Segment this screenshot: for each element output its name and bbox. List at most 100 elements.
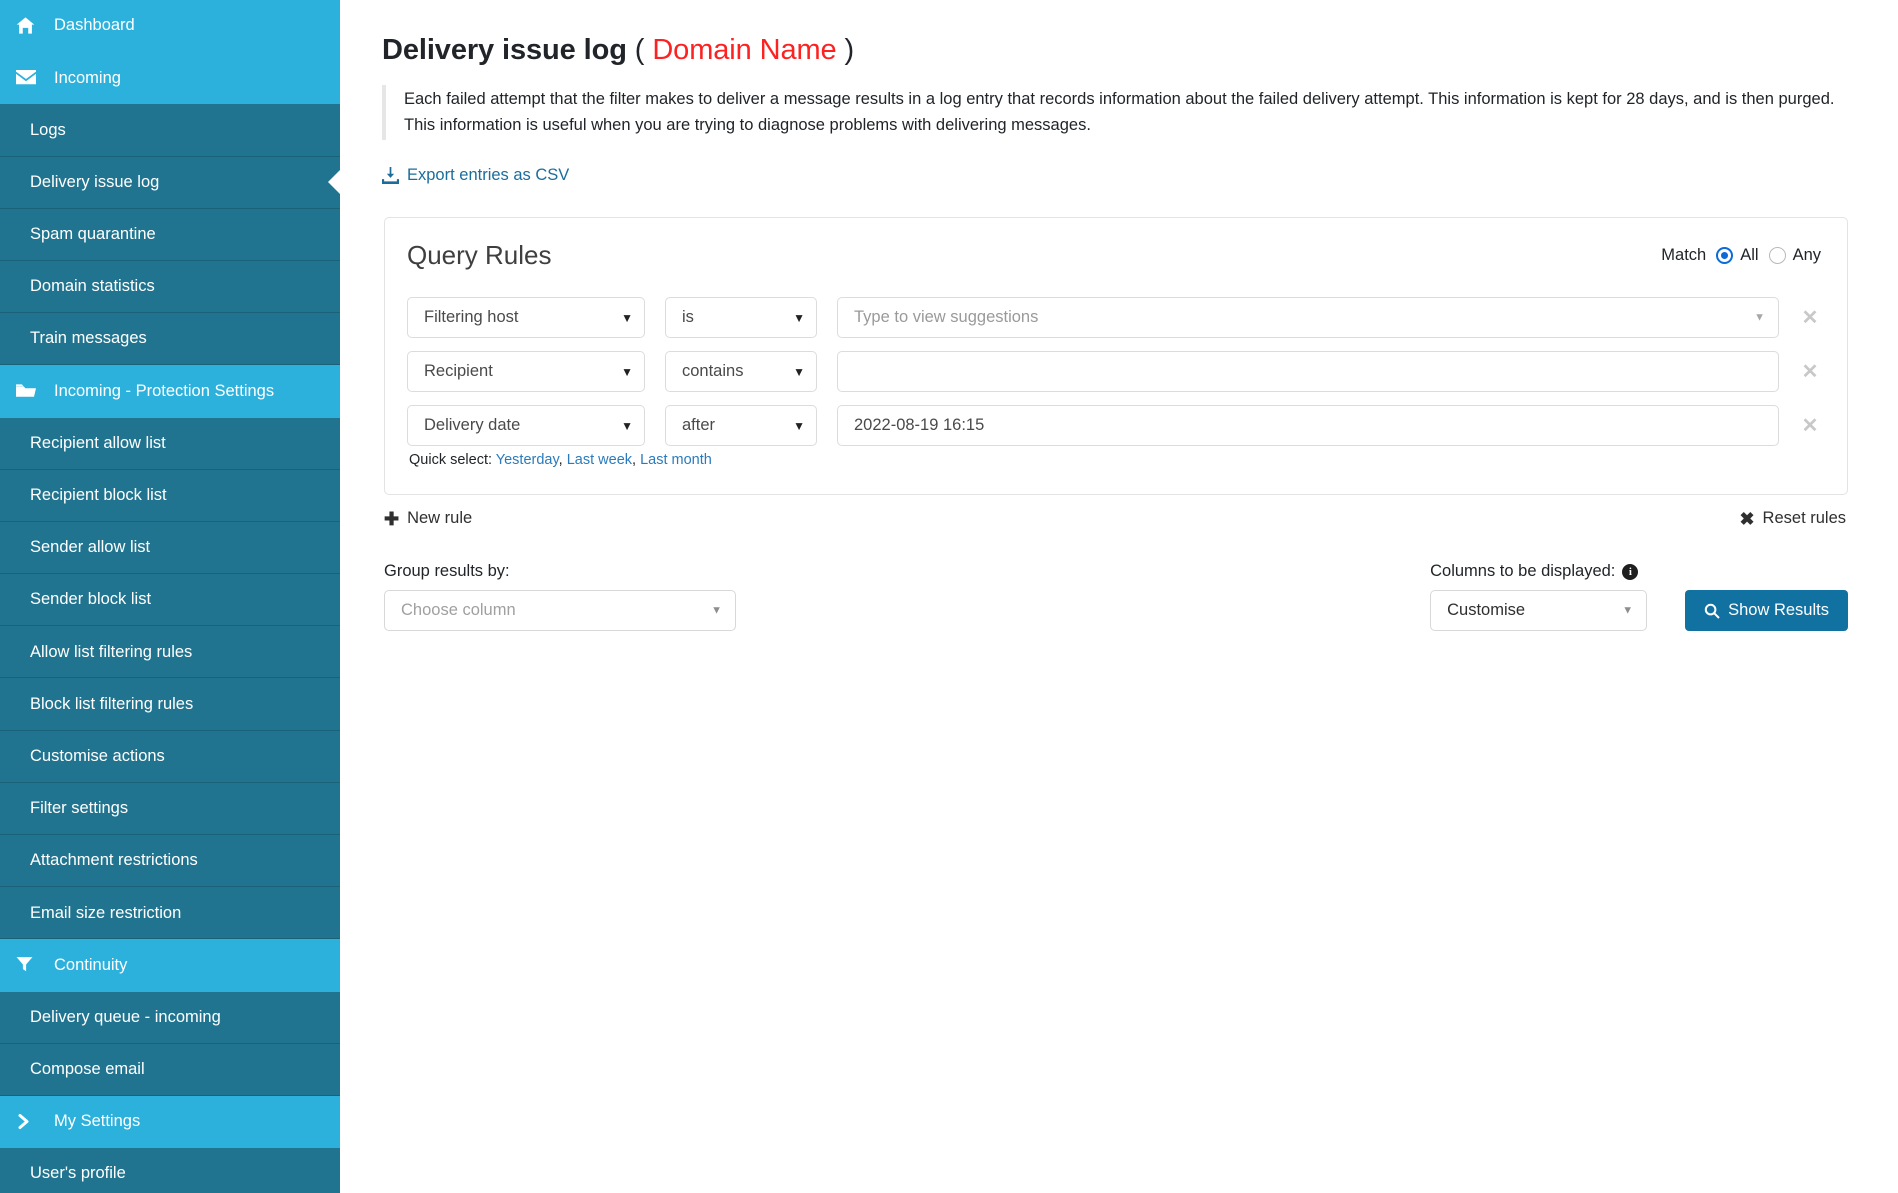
rule-operator-value: contains <box>682 362 744 381</box>
columns-label-text: Columns to be displayed: <box>1430 562 1616 581</box>
sidebar-item-label: Delivery issue log <box>30 172 160 191</box>
chevron-down-icon: ▼ <box>621 364 633 379</box>
sidebar-item-customise-actions[interactable]: Customise actions <box>0 730 340 783</box>
rule-operator-value: after <box>682 416 716 435</box>
quick-sep: , <box>632 452 637 469</box>
quick-select-label: Quick select: <box>409 452 492 469</box>
sidebar-item-label: Incoming <box>54 68 121 87</box>
home-icon <box>16 16 46 35</box>
sidebar-item-train-messages[interactable]: Train messages <box>0 313 340 366</box>
rule-row: Filtering host ▼ is ▼ Type to view sugge… <box>407 297 1821 339</box>
sidebar-item-delivery-queue-incoming[interactable]: Delivery queue - incoming <box>0 991 340 1044</box>
sidebar-item-logs[interactable]: Logs <box>0 104 340 157</box>
sidebar-item-users-profile[interactable]: User's profile <box>0 1148 340 1193</box>
folder-icon <box>16 382 46 400</box>
query-rules-title: Query Rules <box>407 240 552 271</box>
columns-customise-select[interactable]: Customise ▼ <box>1430 590 1648 632</box>
group-results-by-value: Choose column <box>401 601 516 620</box>
sidebar-item-sender-block-list[interactable]: Sender block list <box>0 574 340 627</box>
sidebar-item-allow-list-filtering-rules[interactable]: Allow list filtering rules <box>0 626 340 679</box>
match-radio-all[interactable]: All <box>1716 246 1759 265</box>
rule-field-select[interactable]: Filtering host ▼ <box>407 297 645 339</box>
sidebar-item-email-size-restriction[interactable]: Email size restriction <box>0 887 340 940</box>
columns-customise-value: Customise <box>1447 601 1526 620</box>
sidebar-item-block-list-filtering-rules[interactable]: Block list filtering rules <box>0 678 340 731</box>
chevron-down-icon: ▼ <box>793 364 805 379</box>
rule-operator-value: is <box>682 308 694 327</box>
group-results-by-select[interactable]: Choose column ▼ <box>384 590 736 632</box>
chevron-down-icon[interactable]: ▼ <box>1754 312 1765 323</box>
search-icon <box>1704 603 1720 619</box>
sidebar: Dashboard Incoming Logs Delivery issue log S… <box>0 0 340 1193</box>
chevron-down-icon: ▼ <box>1622 604 1634 617</box>
plus-icon: ✚ <box>384 508 400 529</box>
sidebar-item-incoming-protection-settings[interactable]: Incoming - Protection Settings <box>0 365 340 418</box>
quick-select-last-month[interactable]: Last month <box>640 452 712 468</box>
new-rule-label: New rule <box>407 509 473 528</box>
quick-select-yesterday[interactable]: Yesterday <box>496 452 559 468</box>
rule-value-suggest-input[interactable]: Type to view suggestions ▼ <box>837 297 1779 339</box>
columns-to-be-displayed-label: Columns to be displayed: i <box>1430 562 1647 581</box>
info-icon[interactable]: i <box>1622 563 1639 580</box>
columns-and-search-group: Columns to be displayed: i Customise ▼ S… <box>1430 562 1848 632</box>
sidebar-item-incoming[interactable]: Incoming <box>0 52 340 105</box>
sidebar-item-label: Recipient allow list <box>30 433 166 452</box>
sidebar-item-dashboard[interactable]: Dashboard <box>0 0 340 53</box>
sidebar-item-label: Logs <box>30 120 66 139</box>
group-results-by-control: Group results by: Choose column ▼ <box>384 562 736 632</box>
reset-rules-button[interactable]: ✖ Reset rules <box>1739 509 1846 528</box>
sidebar-item-label: User's profile <box>30 1164 126 1183</box>
remove-rule-button[interactable]: ✕ <box>1799 308 1821 328</box>
quick-sep: , <box>558 452 563 469</box>
remove-rule-button[interactable]: ✕ <box>1799 416 1821 436</box>
group-results-by-label-text: Group results by: <box>384 562 510 581</box>
remove-rule-button[interactable]: ✕ <box>1799 362 1821 382</box>
rule-operator-select[interactable]: is ▼ <box>665 297 817 339</box>
sidebar-item-filter-settings[interactable]: Filter settings <box>0 782 340 835</box>
rule-value-text-input[interactable] <box>837 351 1779 393</box>
page-title-domain: Domain Name <box>652 34 837 66</box>
show-results-button[interactable]: Show Results <box>1685 590 1848 632</box>
chevron-down-icon: ▼ <box>711 604 722 617</box>
sidebar-item-continuity[interactable]: Continuity <box>0 939 340 992</box>
radio-any-indicator[interactable] <box>1768 247 1786 265</box>
download-icon <box>382 167 399 185</box>
rule-operator-select[interactable]: after ▼ <box>665 405 817 447</box>
sidebar-item-label: Customise actions <box>30 746 165 765</box>
rule-row: Delivery date ▼ after ▼ 2022-08-19 16:15… <box>407 405 1821 447</box>
sidebar-item-label: Block list filtering rules <box>30 694 194 713</box>
sidebar-item-sender-allow-list[interactable]: Sender allow list <box>0 521 340 575</box>
main-content: Delivery issue log ( Domain Name ) Each … <box>340 0 1898 1193</box>
sidebar-item-label: Filter settings <box>30 799 129 818</box>
bottom-controls: Group results by: Choose column ▼ Column… <box>384 562 1848 632</box>
quick-select-last-week[interactable]: Last week <box>567 452 632 468</box>
export-entries-as-csv-link[interactable]: Export entries as CSV <box>382 166 569 185</box>
sidebar-item-attachment-restrictions[interactable]: Attachment restrictions <box>0 835 340 888</box>
sidebar-item-delivery-issue-log[interactable]: Delivery issue log <box>0 156 340 209</box>
rule-field-select[interactable]: Recipient ▼ <box>407 351 645 393</box>
sidebar-item-label: Delivery queue - incoming <box>30 1007 221 1026</box>
rule-operator-select[interactable]: contains ▼ <box>665 351 817 393</box>
rules-action-row: ✚ New rule ✖ Reset rules <box>384 509 1846 528</box>
rule-field-select[interactable]: Delivery date ▼ <box>407 405 645 447</box>
chevron-down-icon: ▼ <box>621 418 633 433</box>
sidebar-item-label: Compose email <box>30 1060 145 1079</box>
sidebar-item-my-settings[interactable]: My Settings <box>0 1095 340 1149</box>
sidebar-item-recipient-allow-list[interactable]: Recipient allow list <box>0 417 340 470</box>
rule-field-value: Filtering host <box>424 308 519 327</box>
close-icon: ✖ <box>1739 508 1755 529</box>
sidebar-item-recipient-block-list[interactable]: Recipient block list <box>0 469 340 522</box>
filter-icon <box>16 956 46 973</box>
radio-all-indicator[interactable] <box>1716 247 1734 265</box>
chevron-right-icon <box>16 1113 46 1130</box>
new-rule-button[interactable]: ✚ New rule <box>384 509 472 528</box>
app-root: Dashboard Incoming Logs Delivery issue log S… <box>0 0 1898 1193</box>
sidebar-item-spam-quarantine[interactable]: Spam quarantine <box>0 208 340 261</box>
rule-value-datetime-input[interactable]: 2022-08-19 16:15 <box>837 405 1779 447</box>
match-option-all-label: All <box>1740 246 1759 265</box>
sidebar-item-label: Email size restriction <box>30 903 182 922</box>
sidebar-item-compose-email[interactable]: Compose email <box>0 1043 340 1096</box>
sidebar-item-label: Sender block list <box>30 590 152 609</box>
sidebar-item-domain-statistics[interactable]: Domain statistics <box>0 260 340 314</box>
match-radio-any[interactable]: Any <box>1768 246 1821 265</box>
